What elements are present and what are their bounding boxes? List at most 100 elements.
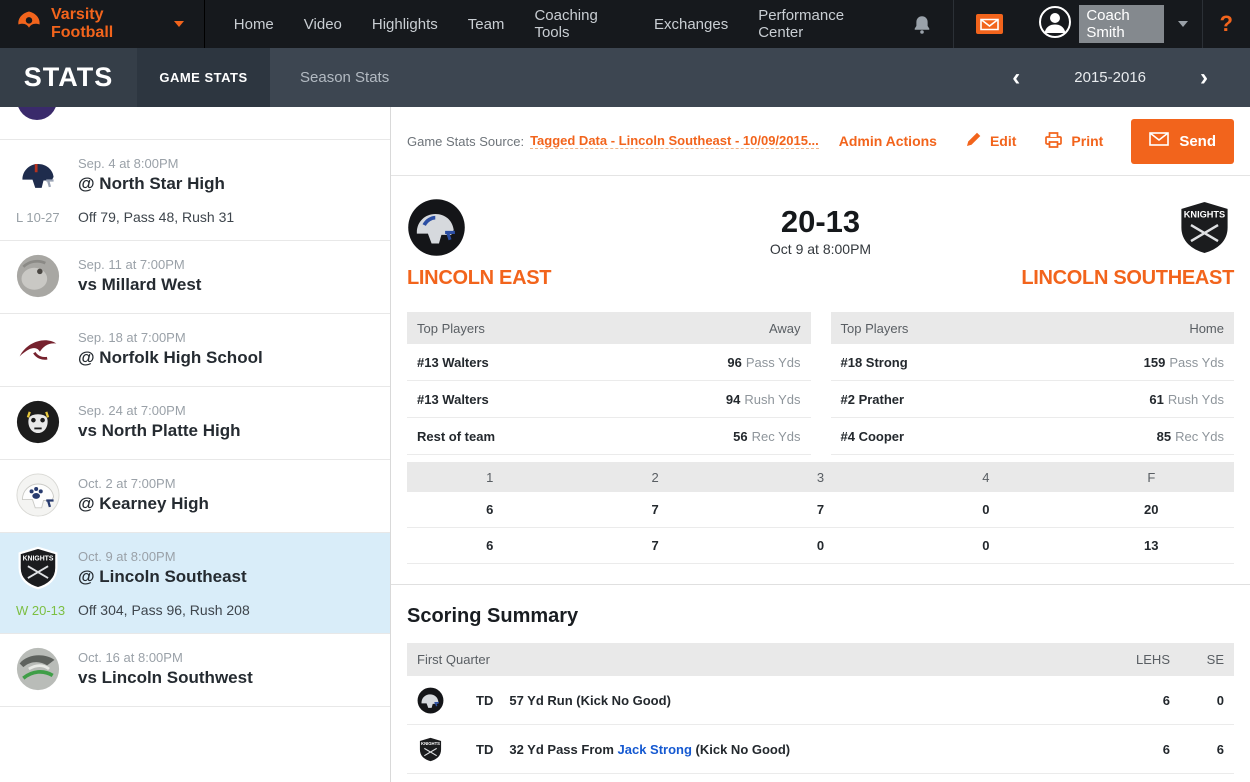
send-label: Send	[1179, 133, 1216, 150]
game-item-norfolk[interactable]: Sep. 18 at 7:00PM @ Norfolk High School	[0, 314, 390, 387]
stat-label: Rec Yds	[1175, 429, 1224, 444]
table-row: #13 Walters 96Pass Yds	[407, 344, 811, 381]
lincoln-east-helmet-logo	[407, 198, 466, 257]
stat-label: Rec Yds	[752, 429, 801, 444]
game-header: LINCOLN EAST 20-13 Oct 9 at 8:00PM KNIGH…	[391, 176, 1250, 304]
nav-item-team[interactable]: Team	[453, 0, 520, 48]
quarter-score: 7	[572, 502, 737, 517]
game-date: Sep. 11 at 7:00PM	[78, 257, 374, 272]
play-description: 32 Yd Pass From Jack Strong (Kick No Goo…	[509, 742, 790, 757]
game-item-lincoln-southeast-selected[interactable]: KNIGHTS W 20-13 Oct. 9 at 8:00PM @ Linco…	[0, 533, 390, 634]
quarter-score: 0	[903, 502, 1068, 517]
stat-label: Rush Yds	[744, 392, 800, 407]
stat-label: Pass Yds	[746, 355, 801, 370]
game-date: Oct. 16 at 8:00PM	[78, 650, 374, 665]
game-statline: Off 304, Pass 96, Rush 208	[78, 602, 374, 618]
game-item-north-platte[interactable]: Sep. 24 at 7:00PM vs North Platte High	[0, 387, 390, 460]
prev-season-chevron[interactable]: ‹	[1012, 66, 1020, 90]
north-star-helmet-logo	[16, 153, 60, 197]
table-row: Rest of team 56 Rec Yds	[407, 418, 811, 455]
print-button[interactable]: Print	[1044, 131, 1103, 152]
nav-item-performance-center[interactable]: Performance Center	[743, 0, 891, 48]
send-button[interactable]: Send	[1131, 119, 1234, 164]
play-type: TD	[476, 742, 493, 757]
nav-item-video[interactable]: Video	[289, 0, 357, 48]
game-item-partial[interactable]	[0, 107, 390, 140]
source-link[interactable]: Tagged Data - Lincoln Southeast - 10/09/…	[530, 133, 819, 149]
table-row: #4 Cooper 85Rec Yds	[831, 418, 1235, 455]
knights-shield-logo: KNIGHTS	[16, 546, 60, 590]
stat-value: 61	[1149, 392, 1163, 407]
stat-value: 56	[733, 429, 747, 444]
quarter-score: 7	[738, 502, 903, 517]
game-title: vs Lincoln Southwest	[78, 668, 374, 688]
tab-season-stats[interactable]: Season Stats	[270, 48, 419, 107]
table-row: #2 Prather 61Rush Yds	[831, 381, 1235, 418]
user-menu[interactable]: Coach Smith	[1025, 0, 1201, 48]
away-team-block: LINCOLN EAST	[407, 198, 717, 290]
messages-mail-icon[interactable]	[954, 0, 1025, 48]
next-season-chevron[interactable]: ›	[1200, 66, 1208, 90]
game-item-kearney[interactable]: Oct. 2 at 7:00PM @ Kearney High	[0, 460, 390, 533]
game-result: L 10-27	[16, 210, 78, 225]
envelope-icon	[1149, 132, 1169, 150]
source-toolbar: Game Stats Source: Tagged Data - Lincoln…	[391, 107, 1250, 176]
brand-menu[interactable]: Varsity Football	[0, 0, 205, 48]
game-statline: Off 79, Pass 48, Rush 31	[78, 209, 374, 225]
play-description: 57 Yd Run (Kick No Good)	[509, 693, 671, 708]
print-label: Print	[1071, 133, 1103, 149]
game-item-north-star[interactable]: L 10-27 Sep. 4 at 8:00PM @ North Star Hi…	[0, 140, 390, 241]
nav-item-highlights[interactable]: Highlights	[357, 0, 453, 48]
player-name: #18 Strong	[841, 355, 908, 370]
user-name: Coach Smith	[1079, 5, 1163, 43]
tab-game-stats[interactable]: GAME STATS	[137, 48, 270, 107]
home-team-name: LINCOLN SOUTHEAST	[1021, 267, 1234, 290]
away-score-cell: 6	[1108, 742, 1170, 757]
stat-value: 159	[1144, 355, 1166, 370]
game-date: Sep. 18 at 7:00PM	[78, 330, 374, 345]
help-button[interactable]: ?	[1203, 11, 1250, 37]
chevron-down-icon	[1178, 21, 1188, 27]
scoring-play-row: TD 57 Yd Run (Kick No Good) 6 0	[407, 676, 1234, 725]
player-name: Rest of team	[417, 429, 495, 444]
knights-shield-logo: KNIGHTS	[1175, 198, 1234, 257]
side-label: Home	[1189, 321, 1224, 336]
final-score-cell: 13	[1069, 538, 1234, 553]
stats-bar: STATS GAME STATS Season Stats ‹ 2015-201…	[0, 48, 1250, 107]
top-players-header: Top Players	[417, 321, 485, 336]
edit-label: Edit	[990, 133, 1016, 149]
notifications-bell-icon[interactable]	[891, 0, 953, 48]
season-label: 2015-2016	[1074, 69, 1146, 86]
top-players-section: Top Players Away #13 Walters 96Pass Yds …	[391, 304, 1250, 455]
edit-button[interactable]: Edit	[965, 131, 1016, 151]
player-name: #13 Walters	[417, 355, 489, 370]
player-name: #13 Walters	[417, 392, 489, 407]
game-result: W 20-13	[16, 603, 78, 618]
quarter-score: 7	[572, 538, 737, 553]
kearney-helmet-logo	[16, 473, 60, 517]
player-link[interactable]: Jack Strong	[618, 742, 692, 757]
svg-text:KNIGHTS: KNIGHTS	[421, 741, 440, 746]
scoring-play-row: KNIGHTS TD 32 Yd Pass From Jack Strong (…	[407, 725, 1234, 774]
game-title: vs North Platte High	[78, 421, 374, 441]
games-sidebar: L 10-27 Sep. 4 at 8:00PM @ North Star Hi…	[0, 107, 391, 782]
primary-nav: Home Video Highlights Team Coaching Tool…	[219, 0, 892, 48]
svg-text:KNIGHTS: KNIGHTS	[23, 556, 54, 563]
admin-actions-button[interactable]: Admin Actions	[839, 133, 937, 149]
nav-item-exchanges[interactable]: Exchanges	[639, 0, 743, 48]
home-score-cell: 6	[1170, 742, 1224, 757]
play-type: TD	[476, 693, 493, 708]
game-title: vs Millard West	[78, 275, 374, 295]
game-item-lincoln-southwest[interactable]: Oct. 16 at 8:00PM vs Lincoln Southwest	[0, 634, 390, 707]
nav-right: Coach Smith ?	[891, 0, 1250, 48]
score-block: 20-13 Oct 9 at 8:00PM	[717, 198, 924, 290]
team-logo	[17, 107, 57, 120]
final-score-cell: 20	[1069, 502, 1234, 517]
nav-item-coaching-tools[interactable]: Coaching Tools	[519, 0, 639, 48]
brand-label: Varsity Football	[51, 6, 163, 42]
toolbar-actions: Admin Actions Edit Print	[839, 119, 1234, 164]
game-item-millard-west[interactable]: Sep. 11 at 7:00PM vs Millard West	[0, 241, 390, 314]
nav-item-home[interactable]: Home	[219, 0, 289, 48]
quarter-score: 6	[407, 502, 572, 517]
quarter-score: 0	[903, 538, 1068, 553]
